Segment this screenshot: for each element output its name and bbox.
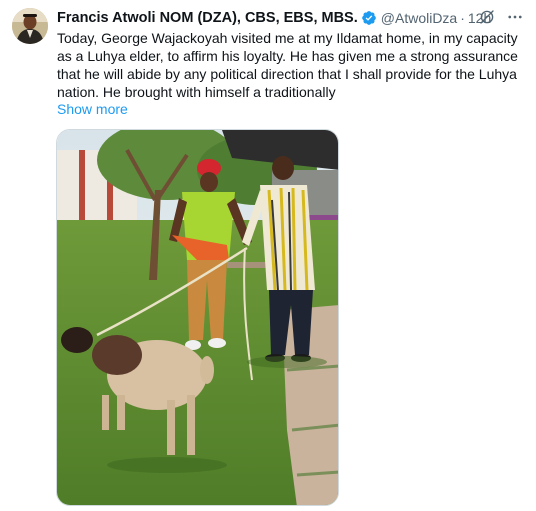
avatar-image [12,8,48,44]
separator-dot: · [460,10,465,26]
grok-icon [480,10,494,24]
tweet-text-line: Today, George Wajackoyah visited me at m… [57,30,518,46]
author-handle[interactable]: @AtwoliDza [381,10,457,26]
more-options-button[interactable] [506,8,524,26]
more-options-icon [508,15,522,19]
avatar[interactable] [12,8,48,44]
show-more-link[interactable]: Show more [57,100,128,118]
tweet-text: Today, George Wajackoyah visited me at m… [57,29,527,101]
tweet-photo[interactable] [56,129,339,506]
photo-image [57,130,338,505]
tweet-text-line: that he will abide by any political dire… [57,66,517,82]
verified-badge-icon [361,11,376,25]
author-display-name[interactable]: Francis Atwoli NOM (DZA), CBS, EBS, MBS. [57,10,358,26]
tweet[interactable]: Francis Atwoli NOM (DZA), CBS, EBS, MBS.… [0,0,536,511]
tweet-text-line: as a Luhya elder, to affirm his loyalty.… [57,48,518,64]
grok-button[interactable] [478,8,496,26]
tweet-header: Francis Atwoli NOM (DZA), CBS, EBS, MBS.… [57,8,526,28]
tweet-text-line: nation. He brought with himself a tradit… [57,84,336,100]
header-actions [478,8,524,26]
